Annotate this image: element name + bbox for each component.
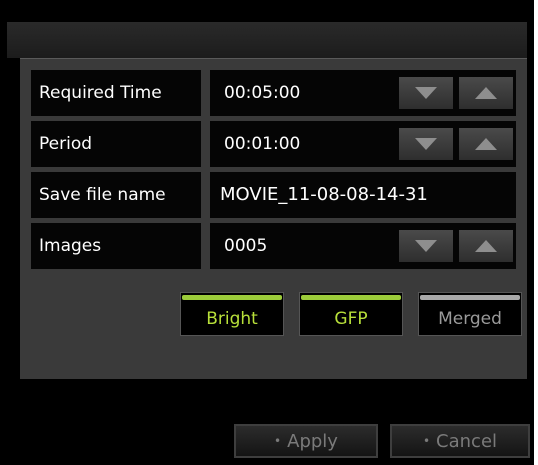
images-increment-button[interactable] <box>459 230 513 262</box>
required-time-decrement-button[interactable] <box>399 77 453 109</box>
period-label: Period <box>31 121 201 167</box>
channel-indicator-bar <box>301 295 401 300</box>
channel-bright-label: Bright <box>206 309 258 329</box>
apply-button[interactable]: • Apply <box>234 424 378 458</box>
dialog-frame: Required Time 00:05:00 Period 00:01:00 S… <box>0 0 538 465</box>
channel-merged-label: Merged <box>438 309 502 329</box>
bullet-icon: • <box>422 434 431 448</box>
images-label: Images <box>31 223 201 269</box>
save-file-name-field[interactable]: MOVIE_11-08-08-14-31 <box>210 172 516 218</box>
triangle-down-icon <box>415 87 437 99</box>
required-time-increment-button[interactable] <box>459 77 513 109</box>
period-increment-button[interactable] <box>459 128 513 160</box>
triangle-up-icon <box>475 138 497 150</box>
period-decrement-button[interactable] <box>399 128 453 160</box>
cancel-button-label: Cancel <box>436 431 498 452</box>
bullet-icon: • <box>274 434 282 448</box>
channel-indicator-bar <box>182 295 282 300</box>
channel-bright-toggle[interactable]: Bright <box>180 292 284 336</box>
save-file-name-label: Save file name <box>31 172 201 218</box>
cancel-button[interactable]: • Cancel <box>390 424 530 458</box>
triangle-up-icon <box>475 240 497 252</box>
channel-merged-toggle[interactable]: Merged <box>418 292 522 336</box>
triangle-down-icon <box>415 138 437 150</box>
triangle-up-icon <box>475 87 497 99</box>
triangle-down-icon <box>415 240 437 252</box>
apply-button-label: Apply <box>287 431 338 452</box>
images-decrement-button[interactable] <box>399 230 453 262</box>
dialog-title-bar <box>7 22 527 58</box>
required-time-label: Required Time <box>31 70 201 116</box>
channel-gfp-toggle[interactable]: GFP <box>299 292 403 336</box>
channel-indicator-bar <box>420 295 520 300</box>
channel-gfp-label: GFP <box>334 309 368 329</box>
